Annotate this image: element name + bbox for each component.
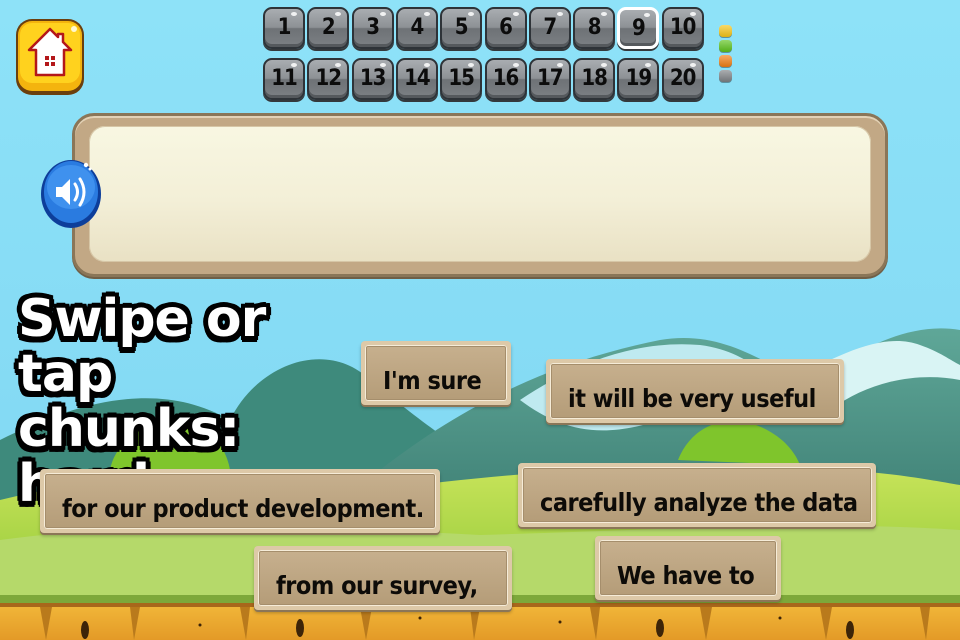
difficulty-dot-gray <box>719 70 732 82</box>
difficulty-dot-yellow <box>719 25 732 37</box>
chunk-tile[interactable]: for our product development. <box>40 469 440 533</box>
level-button-12[interactable]: 12 <box>307 58 350 100</box>
level-button-1[interactable]: 1 <box>263 7 305 49</box>
level-button-6[interactable]: 6 <box>484 7 527 49</box>
difficulty-dot-orange <box>719 55 732 67</box>
answer-area[interactable] <box>89 126 871 262</box>
chunk-tile[interactable]: We have to <box>595 536 781 600</box>
chunk-text: We have to <box>599 540 777 596</box>
level-button-8[interactable]: 8 <box>573 7 616 49</box>
level-button-19[interactable]: 19 <box>617 58 660 100</box>
level-button-3[interactable]: 3 <box>351 7 394 49</box>
chunk-tile[interactable]: I'm sure <box>361 341 511 405</box>
chunk-text: carefully analyze the data <box>522 467 872 523</box>
chunk-text: for our product development. <box>44 473 436 529</box>
level-button-15[interactable]: 15 <box>440 58 483 100</box>
instruction-line-1: Swipe or tap <box>18 289 266 404</box>
level-button-17[interactable]: 17 <box>528 58 571 100</box>
level-button-18[interactable]: 18 <box>573 58 616 100</box>
chunk-text: from our survey, <box>258 550 508 606</box>
level-button-7[interactable]: 7 <box>528 7 571 49</box>
level-button-14[interactable]: 14 <box>395 58 438 100</box>
chunk-text: I'm sure <box>365 345 507 401</box>
level-button-10[interactable]: 10 <box>661 7 704 49</box>
level-button-9[interactable]: 9 <box>617 7 660 49</box>
level-button-2[interactable]: 2 <box>307 7 350 49</box>
chunk-tile[interactable]: it will be very useful <box>546 359 844 423</box>
chunk-tile[interactable]: carefully analyze the data <box>518 463 876 527</box>
level-button-5[interactable]: 5 <box>440 7 483 49</box>
level-button-4[interactable]: 4 <box>395 7 438 49</box>
speaker-button[interactable] <box>40 157 102 229</box>
level-button-20[interactable]: 20 <box>661 58 704 100</box>
chunk-text: it will be very useful <box>550 363 840 419</box>
home-button[interactable] <box>14 17 86 97</box>
difficulty-dot-green <box>719 40 732 52</box>
level-button-16[interactable]: 16 <box>484 58 527 100</box>
answer-panel[interactable] <box>72 113 888 277</box>
level-button-13[interactable]: 13 <box>351 58 394 100</box>
level-button-11[interactable]: 11 <box>263 58 305 100</box>
chunk-tile[interactable]: from our survey, <box>254 546 512 610</box>
home-icon <box>16 19 84 95</box>
speaker-icon <box>41 160 101 228</box>
